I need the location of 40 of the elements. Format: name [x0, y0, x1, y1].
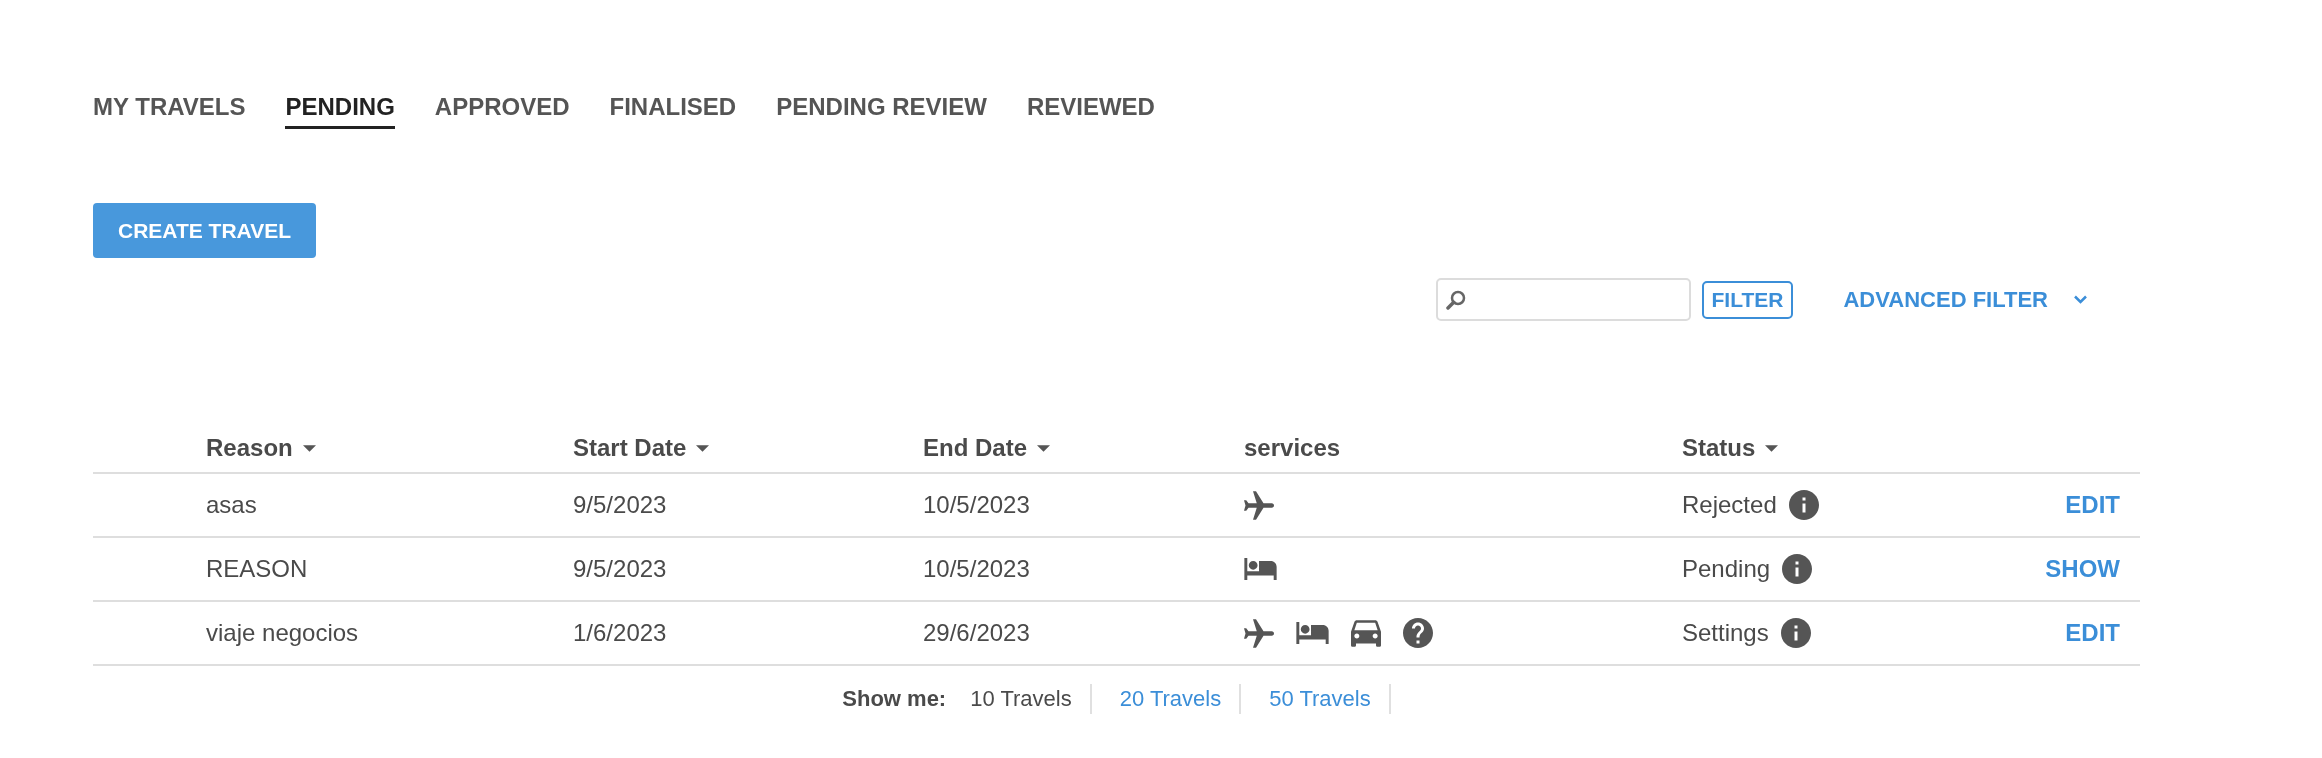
sort-caret-icon: [302, 444, 316, 452]
status-text: Pending: [1682, 555, 1771, 583]
page-size-option[interactable]: 10 Travels: [970, 684, 1092, 714]
start-date-cell: 1/6/2023: [573, 619, 667, 647]
column-header[interactable]: Start Date: [573, 434, 710, 462]
search-field[interactable]: [1435, 278, 1691, 321]
reason-cell: viaje negocios: [206, 619, 359, 647]
end-date-cell: 10/5/2023: [923, 491, 1030, 519]
airplane-icon: [1244, 618, 1274, 648]
page-size-label: Show me:: [842, 685, 947, 713]
start-date-cell: 9/5/2023: [573, 555, 667, 583]
column-header[interactable]: Reason: [206, 434, 316, 462]
search-icon: [1445, 289, 1466, 310]
info-icon[interactable]: [1782, 554, 1813, 584]
status-text: Settings: [1682, 619, 1769, 647]
sort-caret-icon: [1765, 444, 1779, 452]
sort-caret-icon: [1037, 444, 1050, 452]
bed-icon: [1296, 622, 1329, 644]
column-header: services: [1244, 434, 1341, 462]
tab[interactable]: FINALISED: [609, 93, 737, 129]
info-icon[interactable]: [1788, 490, 1819, 520]
tab[interactable]: MY TRAVELS: [93, 93, 246, 129]
start-date-cell: 9/5/2023: [573, 491, 667, 519]
bed-icon: [1244, 558, 1277, 580]
reason-cell: REASON: [206, 555, 308, 583]
reason-cell: asas: [206, 491, 257, 519]
airplane-icon: [1244, 490, 1274, 520]
info-icon[interactable]: [1780, 618, 1811, 648]
question-mark-icon: [1403, 618, 1433, 648]
tab[interactable]: PENDING REVIEW: [776, 93, 987, 129]
tab[interactable]: APPROVED: [434, 93, 570, 129]
tab[interactable]: REVIEWED: [1026, 93, 1155, 129]
column-header[interactable]: End Date: [923, 434, 1050, 462]
end-date-cell: 10/5/2023: [923, 555, 1030, 583]
status-text: Rejected: [1682, 491, 1777, 519]
sort-caret-icon: [696, 444, 710, 452]
column-header[interactable]: Status: [1682, 434, 1779, 462]
end-date-cell: 29/6/2023: [923, 619, 1030, 647]
car-icon: [1351, 619, 1381, 647]
tab[interactable]: PENDING: [285, 93, 395, 129]
